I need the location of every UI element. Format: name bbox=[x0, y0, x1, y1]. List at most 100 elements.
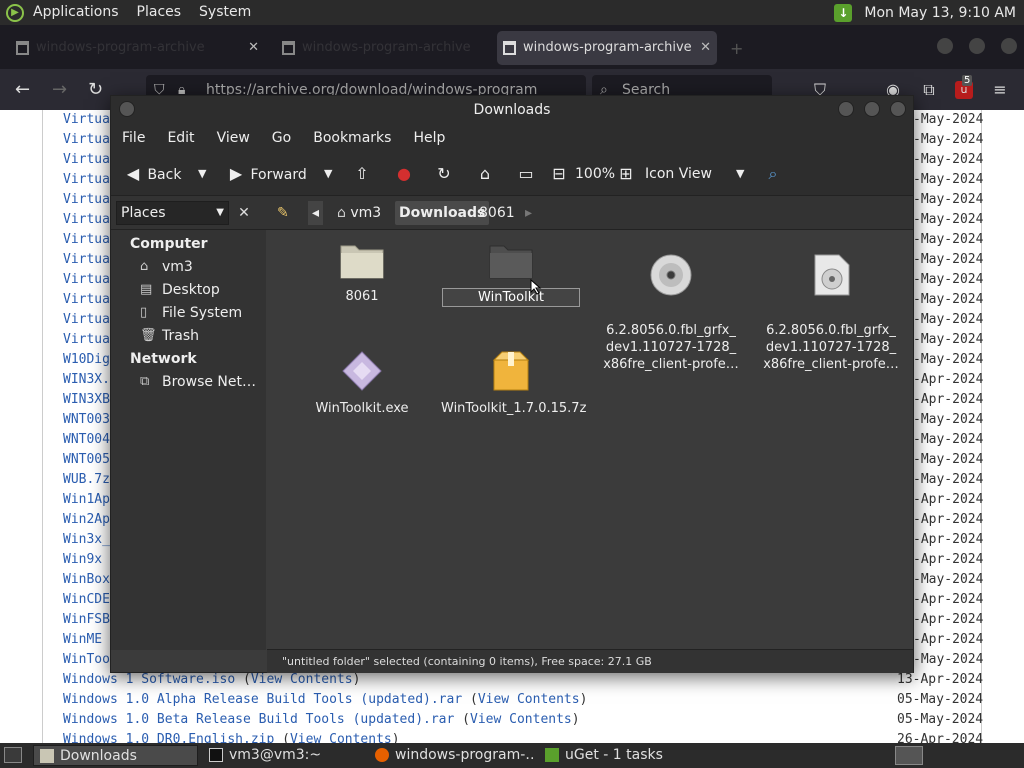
view-contents-link[interactable]: View Contents bbox=[478, 692, 580, 707]
listing-file-link[interactable]: Virtua bbox=[63, 192, 110, 207]
listing-row[interactable]: WinToo bbox=[63, 652, 110, 672]
window-titlebar[interactable]: Downloads bbox=[111, 96, 913, 124]
browser-tab[interactable]: windows-program-archive bbox=[276, 31, 486, 65]
listing-row[interactable]: WIN3X. bbox=[63, 372, 110, 392]
file-item-8061[interactable]: 8061 bbox=[292, 240, 432, 305]
file-item-wintoolkit-7z[interactable]: WinToolkit_1.7.0.15.7z bbox=[441, 350, 586, 417]
clock[interactable]: Mon May 13, 9:10 AM bbox=[864, 5, 1016, 21]
reload-icon[interactable]: ↻ bbox=[88, 79, 103, 100]
browser-tab-active[interactable]: windows-program-archive ✕ bbox=[497, 31, 717, 65]
uget-tray-icon[interactable]: ↓ bbox=[834, 3, 853, 22]
listing-file-link[interactable]: WIN3X. bbox=[63, 372, 110, 387]
listing-file-link[interactable]: WinFSB bbox=[63, 612, 110, 627]
listing-file-link[interactable]: Virtua bbox=[63, 252, 110, 267]
listing-file-link[interactable]: Virtua bbox=[63, 212, 110, 227]
close-sidebar-icon[interactable]: ✕ bbox=[234, 203, 254, 223]
task-terminal[interactable]: vm3@vm3:~ bbox=[203, 745, 363, 766]
listing-row[interactable]: WUB.7z bbox=[63, 472, 110, 492]
forward-arrow-icon[interactable]: → bbox=[52, 79, 67, 100]
listing-file-link[interactable]: Win1Ap bbox=[63, 492, 110, 507]
listing-row[interactable]: Win2Ap bbox=[63, 512, 110, 532]
listing-file-link[interactable]: Virtua bbox=[63, 232, 110, 247]
listing-row[interactable]: WinFSB bbox=[63, 612, 110, 632]
maximize-icon[interactable] bbox=[969, 38, 985, 54]
listing-file-link[interactable]: Win2Ap bbox=[63, 512, 110, 527]
listing-row[interactable]: WinBox bbox=[63, 572, 110, 592]
menu-places[interactable]: Places bbox=[128, 0, 191, 25]
listing-file-link[interactable]: Windows 1.0 Beta Release Build Tools (up… bbox=[63, 712, 454, 727]
listing-file-link[interactable]: Windows 1.0 Alpha Release Build Tools (u… bbox=[63, 692, 462, 707]
task-uget[interactable]: uGet - 1 tasks bbox=[539, 745, 704, 766]
back-arrow-icon[interactable]: ← bbox=[15, 79, 30, 100]
listing-row[interactable]: WinCDE bbox=[63, 592, 110, 612]
listing-file-link[interactable]: Win3x_ bbox=[63, 532, 110, 547]
back-button[interactable]: ◀︎ Back bbox=[123, 152, 182, 196]
stop-button[interactable]: ● bbox=[394, 152, 414, 196]
listing-file-link[interactable]: Windows 1 Software.iso bbox=[63, 672, 235, 687]
forward-history-dropdown[interactable]: ▼ bbox=[324, 152, 332, 196]
listing-row[interactable]: Virtua bbox=[63, 292, 110, 312]
listing-row[interactable]: Virtua bbox=[63, 112, 110, 132]
menu-bookmarks[interactable]: Bookmarks bbox=[302, 130, 402, 146]
view-contents-link[interactable]: View Contents bbox=[290, 732, 392, 743]
listing-file-link[interactable]: W10Dig bbox=[63, 352, 110, 367]
listing-file-link[interactable]: Virtua bbox=[63, 272, 110, 287]
menu-go[interactable]: Go bbox=[261, 130, 302, 146]
rename-input[interactable]: WinToolkit bbox=[442, 288, 580, 307]
view-contents-link[interactable]: View Contents bbox=[251, 672, 353, 687]
listing-file-link[interactable]: WIN3XB bbox=[63, 392, 110, 407]
home-button[interactable]: ⌂ bbox=[475, 152, 495, 196]
listing-row[interactable]: Virtua bbox=[63, 192, 110, 212]
sidebar-item-desktop[interactable]: Desktop bbox=[162, 282, 220, 298]
sidebar-item-file-system[interactable]: File System bbox=[162, 305, 242, 321]
listing-file-link[interactable]: WinBox bbox=[63, 572, 110, 587]
close-window-icon[interactable] bbox=[890, 101, 906, 117]
menu-system[interactable]: System bbox=[190, 0, 260, 25]
back-history-dropdown[interactable]: ▼ bbox=[198, 152, 206, 196]
listing-row[interactable]: WinME bbox=[63, 632, 102, 652]
menu-applications[interactable]: Applications bbox=[24, 0, 128, 25]
forward-button[interactable]: ▶︎ Forward bbox=[226, 152, 307, 196]
hamburger-menu-icon[interactable]: ≡ bbox=[991, 81, 1009, 99]
listing-file-link[interactable]: WNT003 bbox=[63, 412, 110, 427]
listing-file-link[interactable]: WinME bbox=[63, 632, 102, 647]
sidebar-type-select[interactable]: Places ▼ bbox=[116, 201, 229, 225]
zoom-in-button[interactable]: ⊞ bbox=[616, 152, 636, 196]
listing-row[interactable]: Windows 1 Software.iso (View Contents) bbox=[63, 672, 360, 692]
maximize-icon[interactable] bbox=[864, 101, 880, 117]
file-item-disc-file[interactable]: 6.2.8056.0.fbl_grfx_ dev1.110727-1728_ x… bbox=[761, 236, 901, 373]
listing-file-link[interactable]: Virtua bbox=[63, 312, 110, 327]
file-item-iso[interactable]: 6.2.8056.0.fbl_grfx_ dev1.110727-1728_ x… bbox=[601, 236, 741, 373]
file-item-wintoolkit-exe[interactable]: WinToolkit.exe bbox=[292, 350, 432, 417]
task-downloads[interactable]: Downloads bbox=[33, 745, 198, 766]
file-item-wintoolkit[interactable]: WinToolkit bbox=[441, 240, 581, 307]
listing-row[interactable]: Virtua bbox=[63, 332, 110, 352]
listing-file-link[interactable]: WNT005 bbox=[63, 452, 110, 467]
listing-file-link[interactable]: Virtua bbox=[63, 132, 110, 147]
reload-button[interactable]: ↻ bbox=[434, 152, 454, 196]
zoom-level[interactable]: 100% bbox=[575, 152, 615, 196]
listing-row[interactable]: Windows 1.0 Alpha Release Build Tools (u… bbox=[63, 692, 587, 712]
listing-row[interactable]: WNT005 bbox=[63, 452, 110, 472]
search-button[interactable]: ⌕ bbox=[763, 152, 783, 196]
listing-row[interactable]: WNT004 bbox=[63, 432, 110, 452]
listing-row[interactable]: Virtua bbox=[63, 132, 110, 152]
listing-file-link[interactable]: Virtua bbox=[63, 152, 110, 167]
listing-file-link[interactable]: Win9x bbox=[63, 552, 102, 567]
show-desktop-icon[interactable] bbox=[4, 747, 22, 763]
sidebar-item-vm3[interactable]: vm3 bbox=[162, 259, 193, 275]
menu-help[interactable]: Help bbox=[402, 130, 456, 146]
edit-location-icon[interactable]: ✎ bbox=[273, 201, 293, 225]
view-contents-link[interactable]: View Contents bbox=[470, 712, 572, 727]
sidebar-item-trash[interactable]: Trash bbox=[162, 328, 199, 344]
file-icon-view[interactable]: 8061 WinToolkit 6.2.8056.0.fbl_grfx_ dev… bbox=[267, 230, 913, 648]
view-mode-dropdown-icon[interactable]: ▼ bbox=[736, 152, 744, 196]
listing-file-link[interactable]: WinCDE bbox=[63, 592, 110, 607]
view-mode-select[interactable]: Icon View bbox=[645, 152, 712, 196]
listing-row[interactable]: Virtua bbox=[63, 272, 110, 292]
listing-file-link[interactable]: Virtua bbox=[63, 172, 110, 187]
listing-row[interactable]: W10Dig bbox=[63, 352, 110, 372]
minimize-icon[interactable] bbox=[838, 101, 854, 117]
listing-row[interactable]: Virtua bbox=[63, 212, 110, 232]
listing-row[interactable]: WNT003 bbox=[63, 412, 110, 432]
